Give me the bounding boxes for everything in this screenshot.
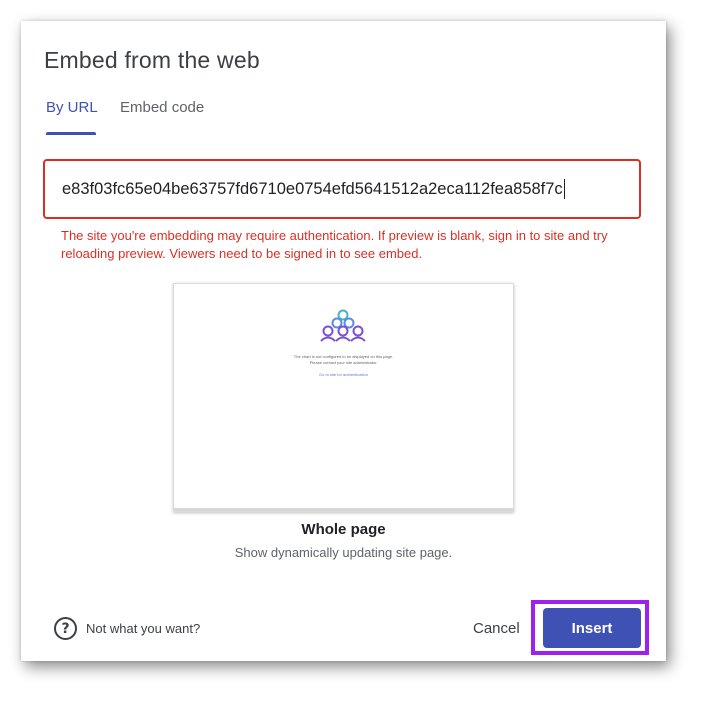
preview-scrollbar <box>174 508 513 511</box>
text-cursor <box>563 179 565 199</box>
help-text: Not what you want? <box>86 621 201 636</box>
url-input[interactable]: e83f03fc65e04be63757fd6710e0754efd564151… <box>43 159 641 219</box>
preview-option-subtitle: Show dynamically updating site page. <box>234 545 453 560</box>
active-tab-indicator <box>46 132 96 135</box>
cancel-button[interactable]: Cancel <box>467 614 526 642</box>
preview-option-title: Whole page <box>301 521 386 538</box>
insert-button[interactable]: Insert <box>543 608 641 648</box>
preview-message-line2: Please contact your site administrator. <box>309 360 378 365</box>
question-circle-icon: ? <box>54 617 77 640</box>
help-link[interactable]: ? Not what you want? <box>54 617 200 640</box>
auth-error-message: The site you're embedding may require au… <box>61 228 608 261</box>
embed-preview: The chart is not configured to be displa… <box>173 283 514 512</box>
tab-by-url[interactable]: By URL <box>46 99 98 116</box>
preview-message-line1: The chart is not configured to be displa… <box>293 354 394 359</box>
people-network-icon <box>320 309 366 342</box>
dialog-title: Embed from the web <box>44 47 260 73</box>
url-input-value[interactable]: e83f03fc65e04be63757fd6710e0754efd564151… <box>45 180 563 199</box>
tab-embed-code[interactable]: Embed code <box>120 99 204 116</box>
embed-dialog: Embed from the web By URL Embed code e83… <box>21 21 666 661</box>
preview-auth-link[interactable]: Go to site for authentication <box>174 372 513 377</box>
